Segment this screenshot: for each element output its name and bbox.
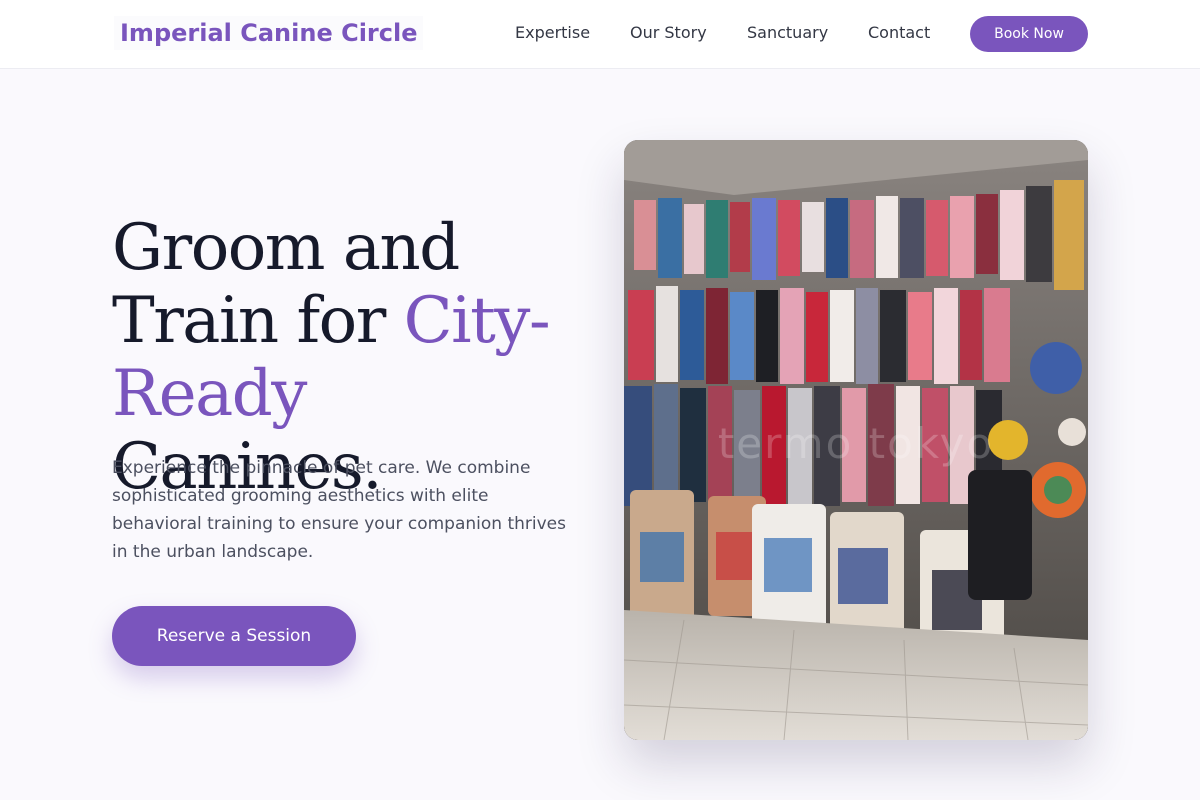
image-watermark: termo tokyo xyxy=(718,419,994,468)
nav-link-expertise[interactable]: Expertise xyxy=(515,22,590,44)
nav-link-our-story[interactable]: Our Story xyxy=(630,22,707,44)
reserve-session-button[interactable]: Reserve a Session xyxy=(112,606,356,666)
hero-image: termo tokyo xyxy=(624,140,1088,740)
pet-shop-photo: termo tokyo xyxy=(624,140,1088,740)
book-now-button[interactable]: Book Now xyxy=(970,16,1088,52)
nav-link-contact[interactable]: Contact xyxy=(868,22,930,44)
nav-link-sanctuary[interactable]: Sanctuary xyxy=(747,22,828,44)
site-header: Imperial Canine Circle Expertise Our Sto… xyxy=(0,0,1200,69)
brand-logo[interactable]: Imperial Canine Circle xyxy=(114,16,424,50)
hero-description: Experience the pinnacle of pet care. We … xyxy=(112,458,566,562)
